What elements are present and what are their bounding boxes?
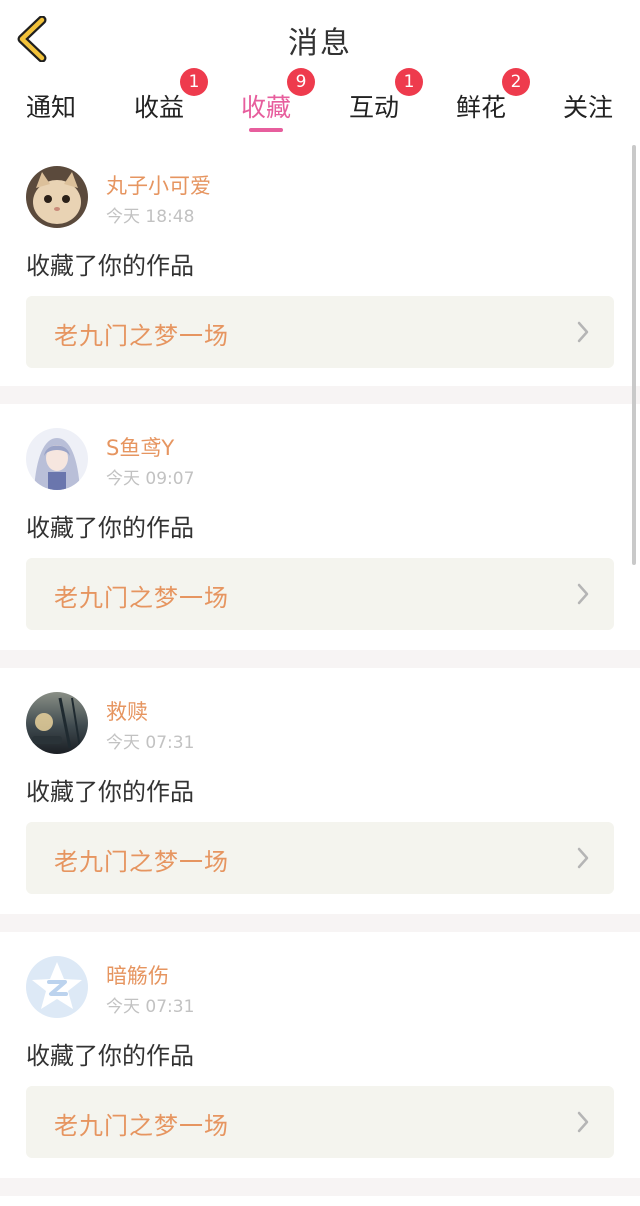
avatar[interactable] xyxy=(26,428,88,490)
chevron-right-icon xyxy=(577,583,589,605)
work-link[interactable]: 老九门之梦一场 xyxy=(26,822,614,894)
tab-follows[interactable]: 关注 xyxy=(563,88,613,124)
avatar[interactable] xyxy=(26,956,88,1018)
timestamp: 今天 07:31 xyxy=(106,997,195,1017)
top-bar: 消息 xyxy=(0,0,640,79)
list-item: 暗觞伤 今天 07:31 收藏了你的作品 老九门之梦一场 xyxy=(0,932,640,1178)
qzone-star-icon xyxy=(26,956,88,1018)
divider xyxy=(0,914,640,932)
username[interactable]: 丸子小可爱 xyxy=(106,170,211,200)
tab-notifications[interactable]: 通知 xyxy=(26,88,76,124)
username[interactable]: 暗觞伤 xyxy=(106,960,169,990)
list-item: 丸子小可爱 今天 18:48 收藏了你的作品 老九门之梦一场 xyxy=(0,142,640,388)
work-link[interactable]: 老九门之梦一场 xyxy=(26,1086,614,1158)
divider xyxy=(0,650,640,668)
work-title: 老九门之梦一场 xyxy=(54,848,229,876)
username[interactable]: 救赎 xyxy=(106,696,148,726)
landscape-avatar-icon xyxy=(26,692,88,754)
username[interactable]: S鱼鸢Y xyxy=(106,432,174,462)
anime-avatar-icon xyxy=(26,428,88,490)
divider xyxy=(0,1178,640,1196)
divider xyxy=(0,386,640,404)
timestamp: 今天 07:31 xyxy=(106,733,195,753)
work-title: 老九门之梦一场 xyxy=(54,322,229,350)
tab-earnings-badge: 1 xyxy=(180,68,208,96)
active-tab-indicator xyxy=(249,128,283,132)
tab-earnings[interactable]: 收益 xyxy=(134,88,184,124)
message-text: 收藏了你的作品 xyxy=(26,1042,194,1070)
work-title: 老九门之梦一场 xyxy=(54,584,229,612)
tab-favorites[interactable]: 收藏 xyxy=(241,88,291,124)
list-item: S鱼鸢Y 今天 09:07 收藏了你的作品 老九门之梦一场 xyxy=(0,404,640,650)
message-text: 收藏了你的作品 xyxy=(26,514,194,542)
list-item: 救赎 今天 07:31 收藏了你的作品 老九门之梦一场 xyxy=(0,668,640,914)
scrollbar[interactable] xyxy=(632,145,636,565)
message-text: 收藏了你的作品 xyxy=(26,778,194,806)
page-title: 消息 xyxy=(288,26,352,61)
avatar[interactable] xyxy=(26,692,88,754)
message-tabs: 通知 收益 收藏 互动 鲜花 关注 xyxy=(0,78,640,136)
timestamp: 今天 18:48 xyxy=(106,207,195,227)
tab-interactions-badge: 1 xyxy=(395,68,423,96)
work-link[interactable]: 老九门之梦一场 xyxy=(26,296,614,368)
work-link[interactable]: 老九门之梦一场 xyxy=(26,558,614,630)
tab-flowers[interactable]: 鲜花 xyxy=(456,88,506,124)
cat-avatar-icon xyxy=(26,166,88,228)
tab-flowers-badge: 2 xyxy=(502,68,530,96)
avatar[interactable] xyxy=(26,166,88,228)
timestamp: 今天 09:07 xyxy=(106,469,195,489)
work-title: 老九门之梦一场 xyxy=(54,1112,229,1140)
chevron-right-icon xyxy=(577,847,589,869)
tab-interactions[interactable]: 互动 xyxy=(349,88,399,124)
chevron-right-icon xyxy=(577,1111,589,1133)
chevron-right-icon xyxy=(577,321,589,343)
message-text: 收藏了你的作品 xyxy=(26,252,194,280)
tab-favorites-badge: 9 xyxy=(287,68,315,96)
